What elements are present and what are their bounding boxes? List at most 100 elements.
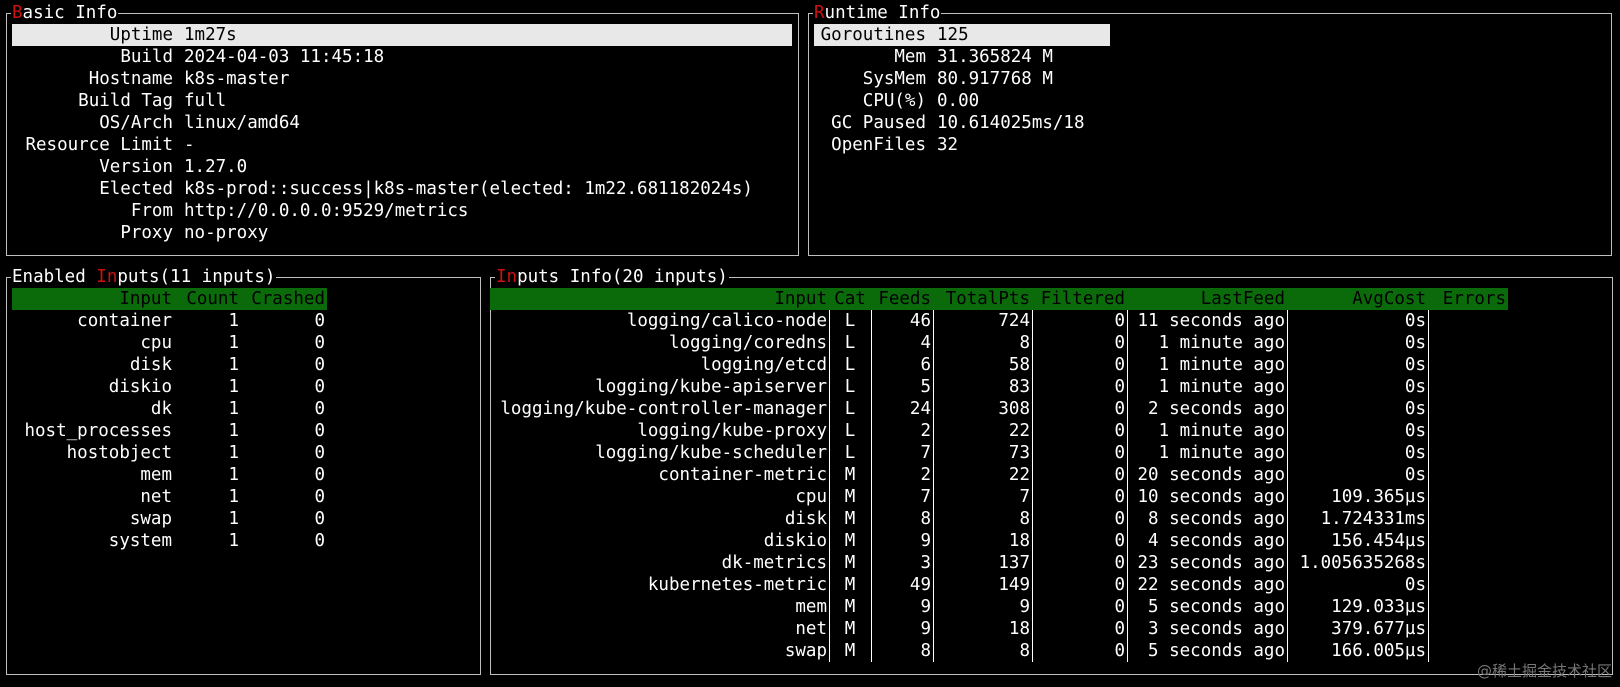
inputs-info-cell-feeds: 5 [920, 377, 931, 397]
basic-info-hotkey: B [12, 3, 23, 23]
runtime-info-row[interactable]: CPU(%) 0.00 [814, 90, 1110, 112]
inputs-info-row[interactable]: container-metric M 2 22 0 20 seconds ago 0s [490, 464, 1508, 486]
enabled-inputs-cell-count: 1 [228, 443, 239, 463]
enabled-inputs-cell-count: 1 [228, 487, 239, 507]
inputs-info-cell-cat: M [844, 641, 856, 661]
basic-info-row[interactable]: OS/Arch linux/amd64 [12, 112, 792, 134]
enabled-inputs-header-input[interactable]: Input [12, 288, 174, 310]
inputs-info-row[interactable]: mem M 9 9 0 5 seconds ago 129.033µs [490, 596, 1508, 618]
enabled-inputs-cell-count: 1 [228, 377, 239, 397]
inputs-info-row[interactable]: logging/calico-node L 46 724 0 11 seconds ago… [490, 310, 1508, 332]
basic-info-row[interactable]: Version 1.27.0 [12, 156, 792, 178]
inputs-info-cell-totalpts: 83 [1008, 377, 1030, 397]
basic-info-row[interactable]: Hostname k8s-master [12, 68, 792, 90]
inputs-info-cell-feeds: 8 [920, 641, 931, 661]
inputs-info-cell-feeds: 7 [920, 443, 931, 463]
runtime-info-panel[interactable]: Runtime Info Goroutines 125 Mem 31.365824 M… [808, 3, 1612, 256]
inputs-info-cell-avgcost: 0s [1404, 465, 1426, 485]
enabled-inputs-row[interactable]: container 1 0 [12, 310, 327, 332]
inputs-info-cell-avgcost: 0s [1404, 311, 1426, 331]
inputs-info-row[interactable]: diskio M 9 18 0 4 seconds ago 156.454µs [490, 530, 1508, 552]
basic-info-row[interactable]: Uptime 1m27s [12, 24, 792, 46]
enabled-inputs-row[interactable]: system 1 0 [12, 530, 327, 552]
inputs-info-header-feeds[interactable]: Feeds [871, 288, 933, 310]
runtime-info-key: Mem [894, 47, 926, 67]
inputs-info-header-lastfeed[interactable]: LastFeed [1127, 288, 1287, 310]
runtime-info-row[interactable]: GC Paused 10.614025ms/18 [814, 112, 1110, 134]
inputs-info-row[interactable]: disk M 8 8 0 8 seconds ago 1.724331ms [490, 508, 1508, 530]
enabled-inputs-row[interactable]: dk 1 0 [12, 398, 327, 420]
runtime-info-row[interactable]: SysMem 80.917768 M [814, 68, 1110, 90]
basic-info-key: OS/Arch [99, 113, 173, 133]
inputs-info-header-avgcost[interactable]: AvgCost [1287, 288, 1428, 310]
inputs-info-row[interactable]: dk-metrics M 3 137 0 23 seconds ago 1.00563526… [490, 552, 1508, 574]
inputs-info-row[interactable]: swap M 8 8 0 5 seconds ago 166.005µs [490, 640, 1508, 662]
inputs-info-cell-feeds: 9 [920, 597, 931, 617]
enabled-inputs-cell-crashed: 0 [314, 421, 325, 441]
inputs-info-header-totalpts[interactable]: TotalPts [933, 288, 1032, 310]
enabled-inputs-row[interactable]: hostobject 1 0 [12, 442, 327, 464]
basic-info-row[interactable]: Elected k8s-prod::success|k8s-master(elec… [12, 178, 792, 200]
inputs-info-cell-errors [1428, 376, 1508, 398]
inputs-info-row[interactable]: logging/kube-proxy L 2 22 0 1 minute ago 0s [490, 420, 1508, 442]
runtime-info-row[interactable]: OpenFiles 32 [814, 134, 1110, 156]
inputs-info-cell-lastfeed: 1 minute ago [1158, 377, 1285, 397]
enabled-inputs-cell-count: 1 [228, 465, 239, 485]
inputs-info-header-filtered[interactable]: Filtered [1032, 288, 1127, 310]
enabled-inputs-row[interactable]: swap 1 0 [12, 508, 327, 530]
enabled-inputs-cell-input: container [77, 311, 172, 331]
basic-info-row[interactable]: Build Tag full [12, 90, 792, 112]
inputs-info-cell-cat: L [844, 333, 856, 353]
basic-info-row[interactable]: Build 2024-04-03 11:45:18 [12, 46, 792, 68]
inputs-info-title-text: puts Info(20 inputs) [517, 267, 728, 287]
inputs-info-cell-lastfeed: 23 seconds ago [1137, 553, 1285, 573]
enabled-inputs-row[interactable]: cpu 1 0 [12, 332, 327, 354]
inputs-info-row[interactable]: logging/kube-controller-manager L 24 308 0 2 … [490, 398, 1508, 420]
runtime-info-row[interactable]: Mem 31.365824 M [814, 46, 1110, 68]
inputs-info-header-cat[interactable]: Cat [829, 288, 871, 310]
inputs-info-cell-filtered: 0 [1114, 311, 1125, 331]
basic-info-panel[interactable]: Basic Info Uptime 1m27s Build 2024-04-03 11… [6, 3, 799, 256]
inputs-info-row[interactable]: kubernetes-metric M 49 149 0 22 seconds ago 0s [490, 574, 1508, 596]
inputs-info-cell-feeds: 4 [920, 333, 931, 353]
inputs-info-row[interactable]: logging/coredns L 4 8 0 1 minute ago 0s [490, 332, 1508, 354]
enabled-inputs-row[interactable]: host_processes 1 0 [12, 420, 327, 442]
inputs-info-cell-lastfeed: 11 seconds ago [1137, 311, 1285, 331]
basic-info-title: Basic Info [11, 3, 119, 23]
inputs-info-cell-lastfeed: 1 minute ago [1158, 333, 1285, 353]
inputs-info-cell-filtered: 0 [1114, 355, 1125, 375]
inputs-info-row[interactable]: logging/etcd L 6 58 0 1 minute ago 0s [490, 354, 1508, 376]
inputs-info-header-input[interactable]: Input [490, 288, 829, 310]
inputs-info-cell-lastfeed: 1 minute ago [1158, 421, 1285, 441]
inputs-info-panel[interactable]: Inputs Info(20 inputs) Input Cat Feeds Tota… [490, 267, 1613, 675]
inputs-info-cell-lastfeed: 22 seconds ago [1137, 575, 1285, 595]
inputs-info-cell-avgcost: 156.454µs [1331, 531, 1426, 551]
basic-info-row[interactable]: Resource Limit - [12, 134, 792, 156]
enabled-inputs-row[interactable]: diskio 1 0 [12, 376, 327, 398]
enabled-inputs-cell-input: diskio [108, 377, 172, 397]
basic-info-row[interactable]: From http://0.0.0.0:9529/metrics [12, 200, 792, 222]
inputs-info-row[interactable]: logging/kube-apiserver L 5 83 0 1 minute ago 0… [490, 376, 1508, 398]
inputs-info-row[interactable]: cpu M 7 7 0 10 seconds ago 109.365µs [490, 486, 1508, 508]
basic-info-row[interactable]: Proxy no-proxy [12, 222, 792, 244]
inputs-info-cell-filtered: 0 [1114, 421, 1125, 441]
inputs-info-cell-filtered: 0 [1114, 575, 1125, 595]
enabled-inputs-header-count[interactable]: Count [174, 288, 241, 310]
inputs-info-cell-input: logging/kube-scheduler [595, 443, 827, 463]
inputs-info-header-errors[interactable]: Errors [1428, 288, 1508, 310]
enabled-inputs-row[interactable]: mem 1 0 [12, 464, 327, 486]
enabled-inputs-cell-crashed: 0 [314, 465, 325, 485]
inputs-info-row[interactable]: logging/kube-scheduler L 7 73 0 1 minute ago 0… [490, 442, 1508, 464]
inputs-info-title: Inputs Info(20 inputs) [495, 267, 729, 287]
basic-info-value: 2024-04-03 11:45:18 [184, 47, 385, 67]
inputs-info-row[interactable]: net M 9 18 0 3 seconds ago 379.677µs [490, 618, 1508, 640]
runtime-info-title: Runtime Info [813, 3, 942, 23]
enabled-inputs-panel[interactable]: Enabled Inputs(11 inputs) Input Count Cras… [6, 267, 481, 675]
basic-info-key: Proxy [120, 223, 173, 243]
enabled-inputs-row[interactable]: net 1 0 [12, 486, 327, 508]
inputs-info-cell-errors [1428, 640, 1508, 662]
enabled-inputs-header-crashed[interactable]: Crashed [241, 288, 327, 310]
enabled-inputs-cell-input: disk [129, 355, 172, 375]
runtime-info-row[interactable]: Goroutines 125 [814, 24, 1110, 46]
enabled-inputs-row[interactable]: disk 1 0 [12, 354, 327, 376]
